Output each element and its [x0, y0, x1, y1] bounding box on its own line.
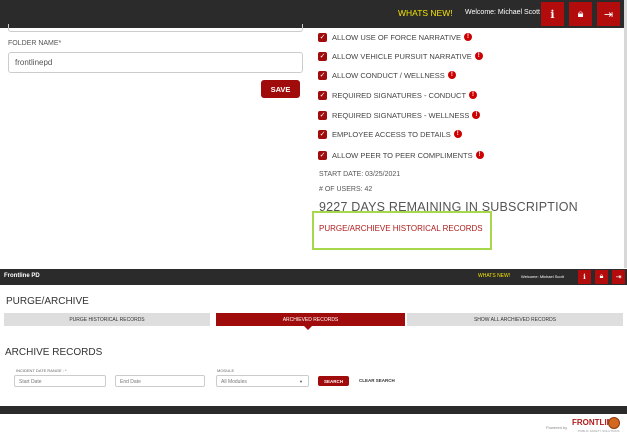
info-icon[interactable]: ! [475, 151, 484, 159]
option-peer-compliments[interactable]: ✓ ALLOW PEER TO PEER COMPLIMENTS ! [318, 149, 484, 161]
option-vehicle-pursuit[interactable]: ✓ ALLOW VEHICLE PURSUIT NARRATIVE ! [318, 50, 483, 62]
option-label: ALLOW PEER TO PEER COMPLIMENTS [332, 150, 473, 160]
option-employee-access[interactable]: ✓ EMPLOYEE ACCESS TO DETAILS ! [318, 128, 462, 140]
tab-purge-historical[interactable]: PURGE HISTORICAL RECORDS [4, 313, 210, 326]
lock-icon: 🔒︎ [599, 273, 604, 280]
logout-icon: ⇥ [615, 274, 622, 281]
save-button[interactable]: SAVE [261, 80, 300, 98]
purge-archive-link[interactable]: PURGE/ARCHIEVE HISTORICAL RECORDS [319, 224, 483, 233]
option-label: REQUIRED SIGNATURES - WELLNESS [332, 110, 470, 120]
info-icon[interactable]: ! [472, 111, 481, 119]
user-count-text: # OF USERS: 42 [319, 186, 373, 193]
checkbox-checked-icon[interactable]: ✓ [318, 70, 327, 80]
end-date-input[interactable]: End Date [115, 375, 205, 387]
logout-button[interactable]: ⇥ [597, 2, 620, 26]
info-icon[interactable]: ! [469, 91, 478, 99]
info-icon: ℹ [583, 274, 586, 281]
app-navbar: Frontline PD WHATS NEW! Welcome: Michael… [0, 269, 627, 285]
info-icon: ℹ [550, 8, 555, 21]
option-label: EMPLOYEE ACCESS TO DETAILS [332, 129, 451, 139]
option-label: ALLOW VEHICLE PURSUIT NARRATIVE [332, 51, 472, 61]
start-date-input[interactable]: Start Date [14, 375, 106, 387]
logout-icon: ⇥ [603, 8, 614, 21]
folder-name-label: FOLDER NAME* [8, 40, 62, 47]
previous-input-field[interactable] [8, 24, 303, 32]
tab-archived-records[interactable]: ARCHIEVED RECORDS [216, 313, 405, 326]
welcome-text: Welcome: Michael Scott [521, 274, 564, 279]
checkbox-checked-icon[interactable]: ✓ [318, 110, 327, 120]
option-signatures-conduct[interactable]: ✓ REQUIRED SIGNATURES - CONDUCT ! [318, 89, 478, 101]
checkbox-checked-icon[interactable]: ✓ [318, 32, 327, 42]
checkbox-checked-icon[interactable]: ✓ [318, 150, 327, 160]
welcome-text: Welcome: Michael Scott [465, 9, 540, 16]
search-button[interactable]: SEARCH [318, 376, 349, 386]
badge-icon [608, 417, 620, 429]
tab-show-all-archived[interactable]: SHOW ALL ARCHIEVED RECORDS [407, 313, 623, 326]
info-button[interactable]: ℹ [541, 2, 564, 26]
checkbox-checked-icon[interactable]: ✓ [318, 129, 327, 139]
lock-button[interactable]: 🔒︎ [569, 2, 592, 26]
whats-new-link[interactable]: WHATS NEW! [478, 273, 510, 279]
option-label: ALLOW CONDUCT / WELLNESS [332, 70, 445, 80]
info-button[interactable]: ℹ [578, 270, 591, 284]
info-icon[interactable]: ! [474, 52, 483, 60]
footer-bar [0, 406, 627, 414]
lock-button[interactable]: 🔒︎ [595, 270, 608, 284]
logout-button[interactable]: ⇥ [612, 270, 625, 284]
purge-tabs: PURGE HISTORICAL RECORDS ARCHIEVED RECOR… [4, 313, 623, 326]
clear-search-button[interactable]: CLEAR SEARCH [359, 378, 395, 383]
module-value: All Modules [221, 379, 247, 385]
brand-logo[interactable]: Frontline PD [4, 273, 40, 279]
info-icon[interactable]: ! [447, 71, 456, 79]
option-conduct-wellness[interactable]: ✓ ALLOW CONDUCT / WELLNESS ! [318, 69, 456, 81]
whats-new-link[interactable]: WHATS NEW! [398, 8, 453, 18]
module-label: MODULE [217, 368, 235, 373]
lock-icon: 🔒︎ [577, 7, 584, 20]
option-use-of-force[interactable]: ✓ ALLOW USE OF FORCE NARRATIVE ! [318, 31, 473, 43]
powered-by-text: Powered by [546, 425, 568, 430]
module-select[interactable]: All Modules ▼ [216, 375, 309, 387]
start-date-text: START DATE: 03/25/2021 [319, 171, 401, 178]
option-signatures-wellness[interactable]: ✓ REQUIRED SIGNATURES - WELLNESS ! [318, 109, 481, 121]
date-range-label: INCIDENT DATE RANGE : * [16, 368, 67, 373]
section-title: ARCHIVE RECORDS [5, 347, 103, 358]
chevron-down-icon: ▼ [299, 379, 303, 384]
logo-tagline: PUBLIC SAFETY SOLUTIONS [578, 429, 620, 433]
active-tab-indicator [304, 326, 312, 330]
info-icon[interactable]: ! [464, 33, 473, 41]
page-title: PURGE/ARCHIVE [6, 296, 89, 307]
checkbox-checked-icon[interactable]: ✓ [318, 90, 327, 100]
info-icon[interactable]: ! [453, 130, 462, 138]
option-label: ALLOW USE OF FORCE NARRATIVE [332, 32, 462, 42]
folder-name-input[interactable]: frontlinepd [8, 52, 303, 73]
option-label: REQUIRED SIGNATURES - CONDUCT [332, 90, 467, 100]
checkbox-checked-icon[interactable]: ✓ [318, 51, 327, 61]
